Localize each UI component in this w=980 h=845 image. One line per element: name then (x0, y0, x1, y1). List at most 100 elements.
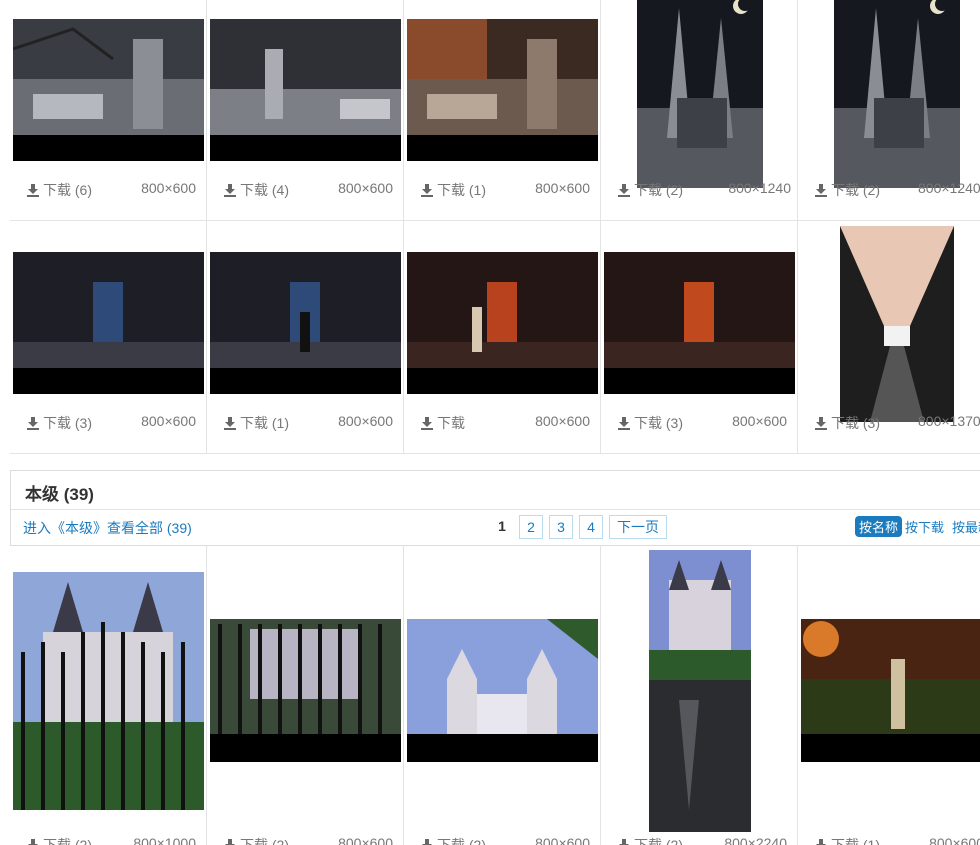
download-count: (1) (468, 182, 487, 198)
wallpaper-row-2: 下载 (3) 800×600 下载 (1) 800×600 下载 800×600 下… (10, 221, 980, 454)
card-meta: 下载 (1) 800×600 (223, 413, 393, 433)
download-count: (2) (468, 837, 487, 845)
wallpaper-thumbnail[interactable] (210, 619, 401, 762)
image-dimensions: 800×1000 (133, 835, 196, 845)
wallpaper-card[interactable]: 下载 (2) 800×600 (404, 545, 601, 845)
download-link[interactable]: 下载 (1) (223, 413, 289, 433)
download-label: 下载 (634, 182, 662, 198)
download-icon (815, 184, 827, 197)
wallpaper-thumbnail[interactable] (637, 0, 763, 188)
download-label: 下载 (831, 837, 859, 845)
wallpaper-card[interactable]: 下载 (2) 800×2240 (601, 545, 798, 845)
wallpaper-card[interactable]: 下载 (2) 800×600 (207, 545, 404, 845)
download-label: 下载 (43, 415, 71, 431)
wallpaper-card[interactable]: 下载 (2) 800×1240 (798, 0, 980, 220)
wallpaper-row-1: 下载 (6) 800×600 下载 (4) 800×600 下载 (1) 800×60… (10, 0, 980, 221)
wallpaper-thumbnail[interactable] (407, 619, 598, 762)
download-link[interactable]: 下载 (2) (223, 835, 289, 845)
card-meta: 下载 (3) 800×1370 (814, 413, 980, 433)
download-label: 下载 (437, 182, 465, 198)
wallpaper-thumbnail[interactable] (604, 252, 795, 394)
download-link[interactable]: 下载 (3) (617, 413, 683, 433)
category-section: 本级 (39) 进入《本级》查看全部 (39) 1 2 3 4 下一页 按名称 … (10, 470, 980, 546)
next-page-button[interactable]: 下一页 (609, 515, 667, 539)
card-meta: 下载 (1) 800×600 (814, 835, 980, 845)
wallpaper-card[interactable]: 下载 (3) 800×600 (10, 221, 207, 453)
wallpaper-card[interactable]: 下载 (6) 800×600 (10, 0, 207, 220)
download-link[interactable]: 下载 (2) (617, 180, 683, 200)
wallpaper-thumbnail[interactable] (649, 550, 751, 832)
wallpaper-thumbnail[interactable] (834, 0, 960, 188)
download-link[interactable]: 下载 (6) (26, 180, 92, 200)
download-link[interactable]: 下载 (2) (814, 180, 880, 200)
download-label: 下载 (437, 837, 465, 845)
section-toolbar: 进入《本级》查看全部 (39) 1 2 3 4 下一页 按名称 按下载 按最新 (11, 510, 980, 544)
download-link[interactable]: 下载 (1) (814, 835, 880, 845)
page-link[interactable]: 2 (519, 515, 543, 539)
wallpaper-card[interactable]: 下载 (1) 800×600 (404, 0, 601, 220)
download-label: 下载 (831, 415, 859, 431)
download-link[interactable]: 下载 (4) (223, 180, 289, 200)
download-count: (4) (271, 182, 290, 198)
download-link[interactable]: 下载 (3) (26, 413, 92, 433)
card-meta: 下载 (2) 800×1240 (617, 180, 791, 200)
page-link[interactable]: 3 (549, 515, 573, 539)
download-link[interactable]: 下载 (420, 413, 465, 433)
download-count: (3) (74, 415, 93, 431)
card-meta: 下载 (2) 800×1240 (814, 180, 980, 200)
download-label: 下载 (634, 415, 662, 431)
download-link[interactable]: 下载 (2) (617, 835, 683, 845)
download-label: 下载 (240, 182, 268, 198)
download-count: (2) (862, 182, 881, 198)
page-current: 1 (498, 518, 506, 534)
image-dimensions: 800×600 (535, 835, 590, 845)
view-all-link[interactable]: 进入《本级》查看全部 (39) (23, 518, 192, 538)
wallpaper-card[interactable]: 下载 (4) 800×600 (207, 0, 404, 220)
wallpaper-card[interactable]: 下载 (1) 800×600 (798, 545, 980, 845)
wallpaper-card[interactable]: 下载 800×600 (404, 221, 601, 453)
download-icon (224, 184, 236, 197)
download-count: (2) (74, 837, 93, 845)
wallpaper-thumbnail[interactable] (840, 226, 954, 422)
download-count: (2) (665, 837, 684, 845)
wallpaper-card[interactable]: 下载 (2) 800×1240 (601, 0, 798, 220)
sort-by-name[interactable]: 按名称 (855, 516, 903, 537)
wallpaper-thumbnail[interactable] (407, 252, 598, 394)
download-link[interactable]: 下载 (3) (814, 413, 880, 433)
download-icon (27, 417, 39, 430)
download-count: (3) (665, 415, 684, 431)
wallpaper-card[interactable]: 下载 (1) 800×600 (207, 221, 404, 453)
wallpaper-thumbnail[interactable] (13, 572, 204, 810)
section-header: 本级 (39) (11, 471, 980, 510)
wallpaper-card[interactable]: 下载 (3) 800×1370 (798, 221, 980, 453)
sort-by-download[interactable]: 按下载 (905, 517, 944, 536)
image-dimensions: 800×1370 (918, 413, 980, 429)
card-meta: 下载 (6) 800×600 (26, 180, 196, 200)
card-meta: 下载 (1) 800×600 (420, 180, 590, 200)
sort-by-latest[interactable]: 按最新 (952, 517, 980, 536)
download-link[interactable]: 下载 (1) (420, 180, 486, 200)
wallpaper-card[interactable]: 下载 (2) 800×1000 (10, 545, 207, 845)
download-label: 下载 (43, 837, 71, 845)
download-link[interactable]: 下载 (2) (420, 835, 486, 845)
download-label: 下载 (240, 415, 268, 431)
wallpaper-thumbnail[interactable] (801, 619, 980, 762)
image-dimensions: 800×600 (141, 180, 196, 196)
download-icon (224, 417, 236, 430)
image-dimensions: 800×600 (535, 180, 590, 196)
card-meta: 下载 (2) 800×1000 (26, 835, 196, 845)
download-link[interactable]: 下载 (2) (26, 835, 92, 845)
wallpaper-thumbnail[interactable] (210, 19, 401, 161)
image-dimensions: 800×600 (338, 835, 393, 845)
wallpaper-thumbnail[interactable] (210, 252, 401, 394)
page-link[interactable]: 4 (579, 515, 603, 539)
image-dimensions: 800×600 (338, 413, 393, 429)
download-count: (2) (665, 182, 684, 198)
download-icon (421, 417, 433, 430)
image-dimensions: 800×600 (141, 413, 196, 429)
wallpaper-card[interactable]: 下载 (3) 800×600 (601, 221, 798, 453)
wallpaper-thumbnail[interactable] (13, 252, 204, 394)
download-count: (3) (862, 415, 881, 431)
wallpaper-thumbnail[interactable] (13, 19, 204, 161)
wallpaper-thumbnail[interactable] (407, 19, 598, 161)
